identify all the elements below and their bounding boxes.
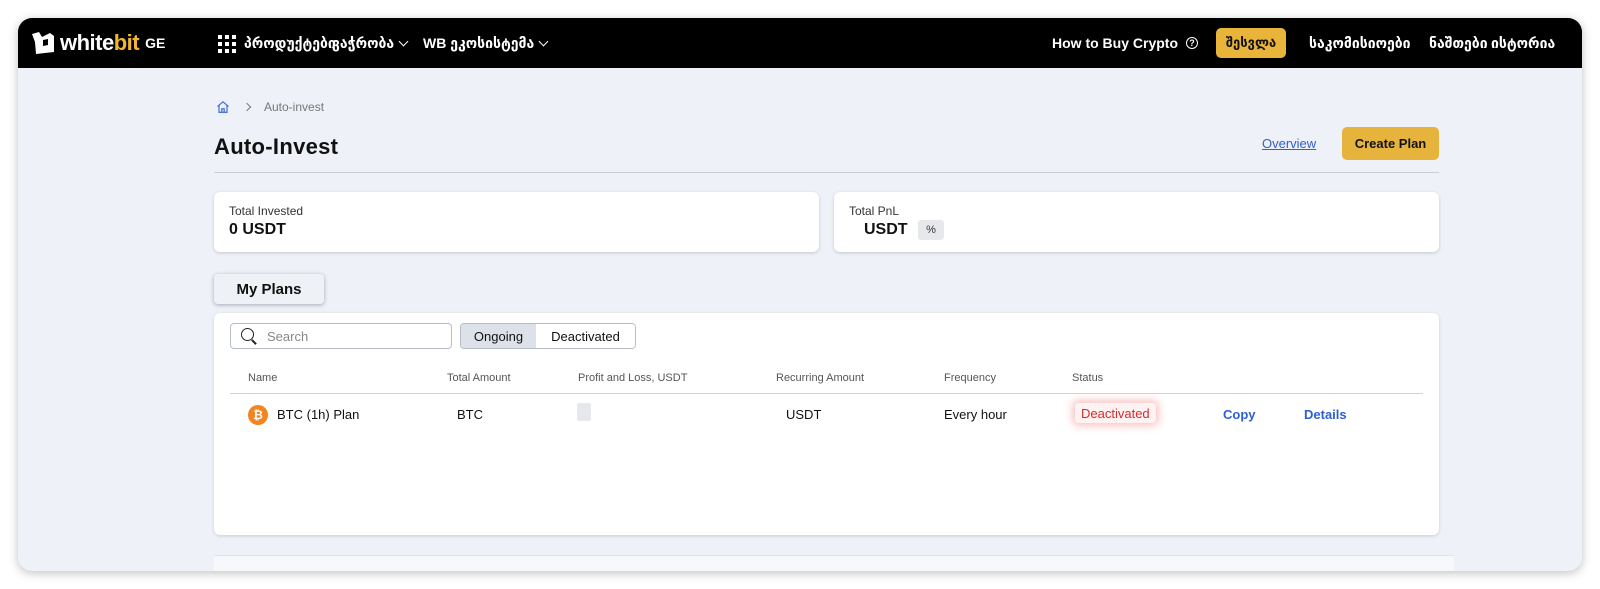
home-icon[interactable]: [216, 100, 230, 114]
nav-ecosystem[interactable]: WB ეკოსისტემა: [423, 18, 549, 68]
apps-grid-icon[interactable]: [218, 35, 236, 53]
search-icon: [241, 328, 257, 344]
next-section-edge: [214, 555, 1454, 571]
title-divider: [214, 172, 1439, 173]
total-pnl-card: Total PnL USDT %: [834, 192, 1439, 252]
total-invested-value: 0 USDT: [229, 221, 286, 238]
whitebit-logo[interactable]: whitebit GE: [30, 28, 165, 58]
total-invested-label: Total Invested: [229, 204, 304, 218]
logo-wordmark: whitebit: [60, 30, 140, 55]
create-plan-button[interactable]: Create Plan: [1342, 127, 1439, 160]
page-title: Auto-Invest: [214, 134, 339, 159]
nav-trading-label: ვაჭრობა: [332, 34, 395, 51]
breadcrumb-current: Auto-invest: [264, 100, 325, 114]
filter-ongoing[interactable]: Ongoing: [461, 324, 536, 348]
column-header-status: Status: [1072, 372, 1104, 384]
plan-pnl-placeholder: [577, 403, 591, 421]
help-icon: ?: [1186, 37, 1198, 49]
nav-how-to-buy-label: How to Buy Crypto: [1052, 35, 1178, 51]
search-box[interactable]: [230, 323, 452, 349]
column-header-recurring: Recurring Amount: [776, 372, 865, 384]
nav-fees[interactable]: საკომისიოები: [1309, 18, 1411, 68]
nav-trading[interactable]: ვაჭრობა: [332, 18, 409, 68]
column-header-name: Name: [248, 372, 278, 384]
nav-history[interactable]: ისტორია: [1491, 18, 1555, 68]
app-window: whitebit GE პროდუქტები ვაჭრობა WB ეკოსის…: [18, 18, 1582, 571]
plan-status-filter: Ongoing Deactivated: [460, 323, 636, 349]
total-pnl-value: USDT: [864, 221, 908, 238]
chevron-right-icon: [242, 102, 252, 112]
plan-recurring-amount: USDT: [786, 407, 822, 422]
bitcoin-icon: ₿: [248, 405, 268, 425]
nav-assets[interactable]: ნაშთები: [1429, 18, 1488, 68]
breadcrumb: Auto-invest: [216, 100, 324, 114]
plans-card: Ongoing Deactivated Name Total Amount Pr…: [214, 313, 1439, 535]
column-header-frequency: Frequency: [944, 372, 996, 384]
table-header-divider: [230, 393, 1423, 394]
status-badge: Deactivated: [1075, 403, 1156, 423]
nav-how-to-buy[interactable]: How to Buy Crypto ?: [1052, 18, 1198, 68]
plan-frequency: Every hour: [944, 407, 1007, 422]
nav-ecosystem-label: WB ეკოსისტემა: [423, 34, 535, 51]
overview-link[interactable]: Overview: [1262, 136, 1316, 151]
logo-region: GE: [145, 35, 166, 51]
top-nav-bar: whitebit GE პროდუქტები ვაჭრობა WB ეკოსის…: [18, 18, 1582, 68]
column-header-total-amount: Total Amount: [447, 372, 511, 384]
plan-name: BTC (1h) Plan: [277, 407, 360, 422]
column-header-pnl: Profit and Loss, USDT: [578, 372, 688, 384]
nav-products[interactable]: პროდუქტები: [244, 18, 336, 68]
my-plans-tab[interactable]: My Plans: [214, 274, 324, 304]
whitebit-logo-icon: [32, 32, 54, 54]
chevron-down-icon: [398, 36, 409, 46]
chevron-down-icon: [538, 36, 549, 46]
search-input[interactable]: [267, 328, 437, 344]
plan-details-button[interactable]: Details: [1304, 407, 1347, 422]
total-pnl-label: Total PnL: [849, 204, 900, 218]
plan-total-amount: BTC: [457, 407, 483, 422]
login-button[interactable]: შესვლა: [1216, 28, 1286, 58]
total-invested-card: Total Invested 0 USDT: [214, 192, 819, 252]
filter-deactivated[interactable]: Deactivated: [536, 324, 635, 348]
total-pnl-percent: %: [918, 220, 944, 240]
copy-plan-button[interactable]: Copy: [1223, 407, 1256, 422]
